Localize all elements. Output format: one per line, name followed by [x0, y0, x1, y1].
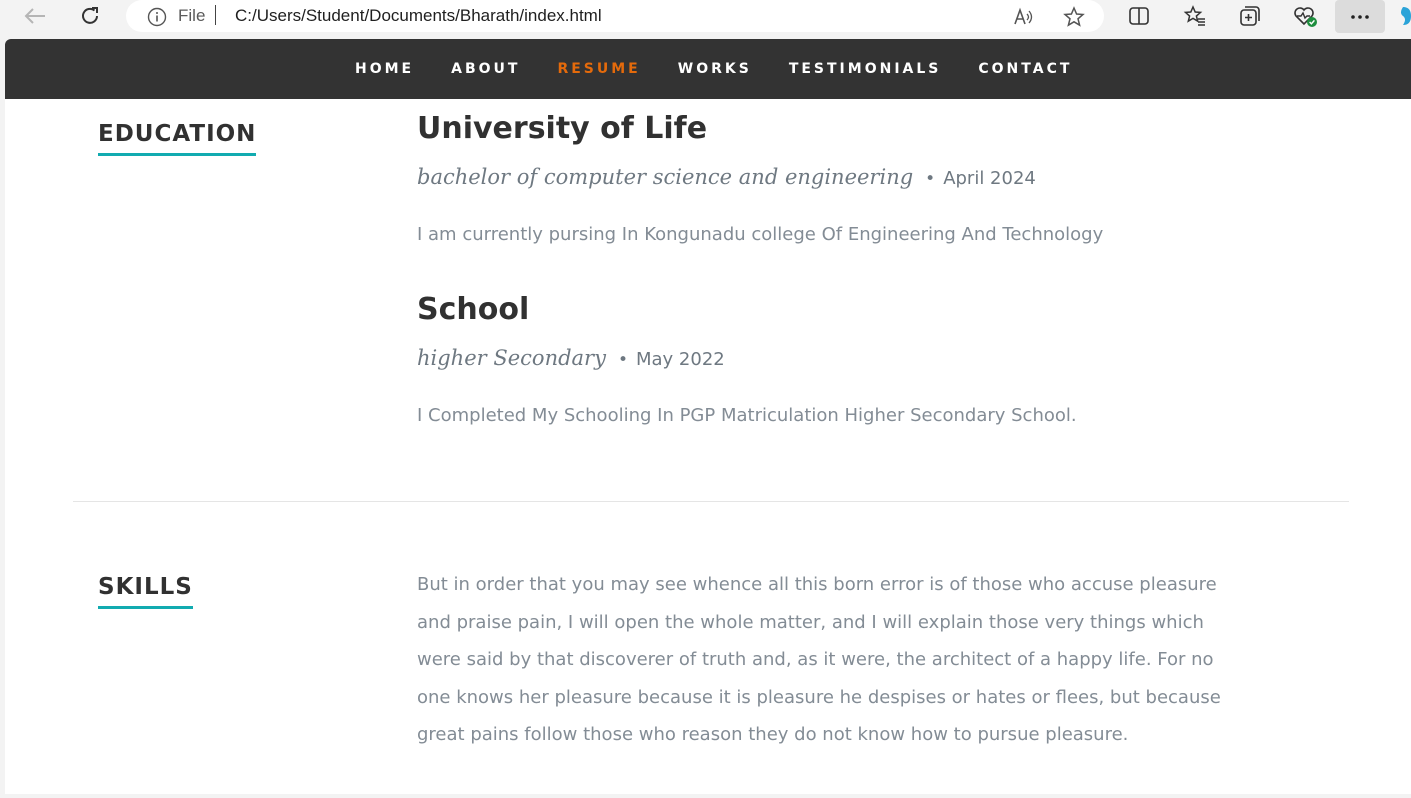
browser-toolbar: File C:/Users/Student/Documents/Bharath/…	[0, 0, 1411, 40]
skills-heading: SKILLS	[98, 574, 193, 609]
education-description: I Completed My Schooling In PGP Matricul…	[417, 405, 1077, 426]
address-separator	[215, 5, 216, 25]
school-title: School	[417, 292, 530, 327]
education-heading: EDUCATION	[98, 121, 257, 156]
education-description: I am currently pursing In Kongunadu coll…	[417, 224, 1104, 245]
graduation-date: April 2024	[943, 168, 1036, 189]
star-icon[interactable]	[1061, 4, 1087, 30]
browser-essentials-icon[interactable]	[1290, 2, 1320, 30]
nav-item-works[interactable]: WORKS	[678, 60, 752, 78]
skills-description: But in order that you may see whence all…	[417, 574, 1221, 745]
main-nav: HOME ABOUT RESUME WORKS TESTIMONIALS CON…	[5, 39, 1411, 99]
back-arrow-icon[interactable]	[20, 2, 50, 30]
copilot-icon[interactable]	[1395, 5, 1411, 27]
nav-item-home[interactable]: HOME	[355, 60, 414, 78]
nav-item-testimonials[interactable]: TESTIMONIALS	[789, 60, 942, 78]
section-divider	[73, 501, 1349, 502]
school-title: University of Life	[417, 111, 708, 146]
degree-info: bachelor of computer science and enginee…	[417, 164, 1036, 192]
bullet: •	[617, 350, 628, 370]
nav-item-resume[interactable]: RESUME	[557, 60, 640, 78]
degree-text: higher Secondary	[417, 346, 606, 370]
read-aloud-icon[interactable]	[1011, 4, 1037, 30]
url-text[interactable]: C:/Users/Student/Documents/Bharath/index…	[235, 6, 602, 26]
page-viewport: HOME ABOUT RESUME WORKS TESTIMONIALS CON…	[5, 39, 1411, 794]
more-icon[interactable]	[1335, 0, 1385, 33]
split-screen-icon[interactable]	[1124, 2, 1154, 30]
address-prefix: File	[178, 6, 206, 25]
degree-text: bachelor of computer science and enginee…	[417, 165, 914, 189]
favorites-icon[interactable]	[1180, 2, 1210, 30]
nav-item-contact[interactable]: CONTACT	[978, 60, 1072, 78]
graduation-date: May 2022	[636, 349, 725, 370]
bullet: •	[925, 169, 936, 189]
nav-item-about[interactable]: ABOUT	[451, 60, 520, 78]
degree-info: higher Secondary • May 2022	[417, 345, 725, 373]
refresh-icon[interactable]	[75, 2, 105, 30]
window-bottom-edge	[0, 794, 1411, 798]
info-icon[interactable]	[147, 7, 167, 27]
address-bar[interactable]: File C:/Users/Student/Documents/Bharath/…	[126, 0, 1104, 32]
collections-icon[interactable]	[1235, 2, 1265, 30]
